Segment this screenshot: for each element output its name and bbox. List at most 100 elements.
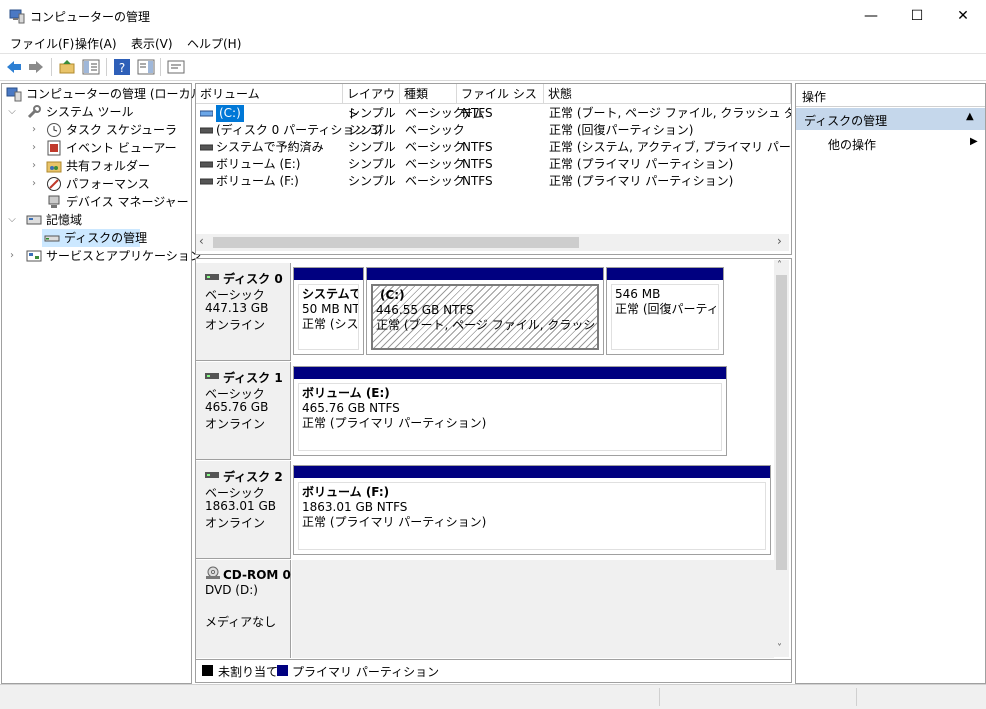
scroll-left-arrow-icon[interactable]: ‹ (199, 234, 204, 248)
shared-folder-icon (46, 161, 62, 173)
menu-view[interactable]: 表示(V) (131, 35, 173, 52)
volume-type: ベーシック (405, 140, 465, 154)
status-divider (856, 688, 857, 706)
disk-size: 465.76 GB (205, 400, 269, 414)
actions-section-disk-management[interactable]: ディスクの管理 ▲ (796, 108, 985, 130)
disk-2-label[interactable]: ディスク 2 ベーシック 1863.01 GB オンライン (196, 461, 291, 559)
volume-icon (200, 161, 213, 168)
disk-icon (205, 274, 219, 280)
scroll-thumb[interactable] (776, 275, 787, 570)
scroll-right-arrow-icon[interactable]: › (777, 234, 782, 248)
column-header-type[interactable]: 種類 (400, 84, 457, 104)
toolbar-separator (160, 58, 161, 76)
disk-size: 1863.01 GB (205, 499, 276, 513)
menu-bar: ファイル(F) 操作(A) 表示(V) ヘルプ(H) (0, 32, 986, 52)
disk-name: ディスク 2 (223, 470, 283, 484)
status-bar (0, 684, 986, 709)
partition-status: 正常 (シス (302, 317, 359, 331)
legend: 未割り当て プライマリ パーティション (195, 659, 792, 683)
column-header-filesystem[interactable]: ファイル システム (457, 84, 544, 121)
partition-recovery[interactable]: 546 MB 正常 (回復パーティシ (606, 267, 724, 355)
toolbar-separator (106, 58, 107, 76)
maximize-button[interactable]: ☐ (894, 0, 940, 32)
close-button[interactable]: ✕ (940, 0, 986, 32)
volume-layout: シンプル (348, 157, 396, 171)
partition-f[interactable]: ボリューム (F:) 1863.01 GB NTFS 正常 (プライマリ パーテ… (293, 465, 771, 555)
actions-more-label: 他の操作 (828, 138, 877, 152)
horizontal-scrollbar[interactable]: ‹ › (196, 234, 789, 251)
collapse-up-icon[interactable]: ▲ (966, 111, 974, 122)
actions-title: 操作 (802, 90, 827, 104)
disk-name: ディスク 1 (223, 371, 283, 385)
volume-name: (C:) (216, 105, 244, 122)
properties-icon[interactable] (167, 58, 185, 76)
minimize-button[interactable]: — (848, 0, 894, 32)
scroll-down-arrow-icon[interactable]: ˅ (777, 643, 782, 654)
volume-row[interactable]: ボリューム (F:) シンプル ベーシック NTFS 正常 (プライマリ パーテ… (196, 173, 791, 190)
volume-name: システムで予約済み (216, 140, 324, 154)
chevron-down-icon[interactable]: ⌵ (6, 103, 18, 121)
chevron-right-icon[interactable]: › (6, 247, 18, 265)
volume-row[interactable]: システムで予約済み シンプル ベーシック NTFS 正常 (システム, アクティ… (196, 139, 791, 156)
chevron-right-icon[interactable]: › (28, 175, 40, 193)
vertical-scrollbar[interactable]: ˄ ˅ (774, 260, 789, 657)
disk-state: オンライン (205, 516, 266, 530)
chevron-down-icon[interactable]: ⌵ (6, 211, 18, 229)
volume-row[interactable]: ボリューム (E:) シンプル ベーシック NTFS 正常 (プライマリ パーテ… (196, 156, 791, 173)
volume-type: ベーシック (405, 106, 465, 120)
volume-status: 正常 (プライマリ パーティション) (549, 174, 734, 188)
disk-icon (44, 235, 60, 242)
back-arrow-icon[interactable] (5, 58, 23, 76)
column-header-volume[interactable]: ボリューム (196, 84, 343, 104)
tree-label: サービスとアプリケーション (46, 249, 202, 263)
column-header-layout[interactable]: レイアウト (343, 84, 400, 121)
partition-title: (C:) (380, 288, 405, 302)
up-folder-icon[interactable] (58, 58, 76, 76)
forward-arrow-icon[interactable] (27, 58, 45, 76)
disk-icon (205, 373, 219, 379)
partition-e[interactable]: ボリューム (E:) 465.76 GB NTFS 正常 (プライマリ パーティ… (293, 366, 727, 456)
disk-state: メディアなし (205, 615, 277, 629)
chevron-right-icon[interactable]: › (28, 139, 40, 157)
disk-0-label[interactable]: ディスク 0 ベーシック 447.13 GB オンライン (196, 263, 291, 361)
actions-more[interactable]: 他の操作 ▶ (796, 134, 985, 154)
tree-label: デバイス マネージャー (66, 195, 189, 209)
partition-title: システムで予 (302, 287, 358, 301)
help-icon[interactable]: ? (113, 58, 131, 76)
disk-size: 447.13 GB (205, 301, 269, 315)
storage-icon (26, 215, 42, 225)
tree-item-disk-management[interactable]: ディスクの管理 (42, 229, 147, 247)
legend-label-unallocated: 未割り当て (218, 665, 279, 679)
cdrom-0-label[interactable]: CD-ROM 0 DVD (D:) メディアなし (196, 560, 291, 658)
clock-icon (47, 123, 61, 137)
column-header-status[interactable]: 状態 (544, 84, 791, 104)
toolbar-separator (51, 58, 52, 76)
volume-row[interactable]: (ディスク 0 パーティション 3) シンプル ベーシック 正常 (回復パーティ… (196, 122, 791, 139)
disk-icon (205, 472, 219, 478)
disk-1-label[interactable]: ディスク 1 ベーシック 465.76 GB オンライン (196, 362, 291, 460)
volume-icon (200, 178, 213, 185)
show-hide-tree-icon[interactable] (82, 58, 100, 76)
tools-icon (27, 105, 41, 119)
partition-header (367, 268, 603, 280)
legend-swatch-primary (277, 665, 288, 676)
chevron-right-icon[interactable]: › (28, 157, 40, 175)
menu-help[interactable]: ヘルプ(H) (187, 35, 241, 52)
show-hide-action-pane-icon[interactable] (137, 58, 155, 76)
volume-row[interactable]: (C:) シンプル ベーシック NTFS 正常 (ブート, ページ ファイル, … (196, 105, 791, 122)
tree-label: コンピューターの管理 (ローカル) (26, 87, 208, 101)
scroll-thumb[interactable] (213, 237, 579, 248)
partition-status: 正常 (プライマリ パーティション) (302, 416, 487, 430)
volume-type: ベーシック (405, 123, 465, 137)
scroll-up-arrow-icon[interactable]: ˄ (777, 260, 782, 271)
menu-action[interactable]: 操作(A) (75, 35, 117, 52)
partition-system-reserved[interactable]: システムで予 50 MB NTF 正常 (シス (293, 267, 364, 355)
menu-file[interactable]: ファイル(F) (10, 35, 74, 52)
volume-fs: NTFS (462, 174, 493, 188)
partition-c[interactable]: (C:) 446.55 GB NTFS 正常 (ブート, ページ ファイル, ク… (366, 267, 604, 355)
computer-management-icon (9, 9, 25, 24)
device-manager-icon (48, 195, 60, 208)
partition-size: 50 MB NTF (302, 302, 358, 316)
chevron-right-icon[interactable]: › (28, 121, 40, 139)
partition-title: ボリューム (F:) (302, 485, 390, 499)
